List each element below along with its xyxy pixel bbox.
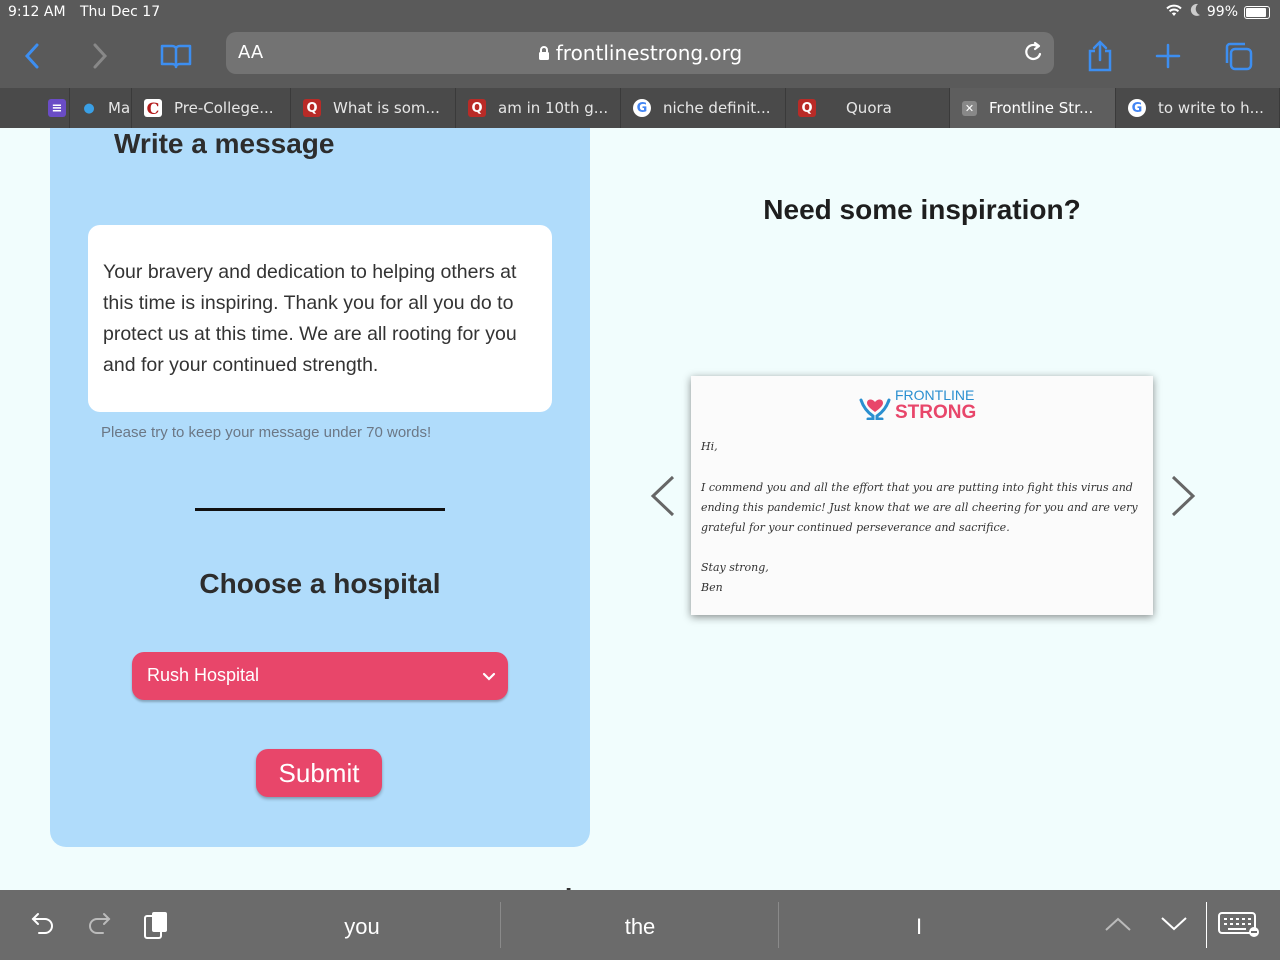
browser-toolbar: AA frontlinestrong.org — [0, 24, 1280, 88]
forward-button[interactable] — [80, 36, 120, 76]
hospital-select[interactable]: Rush Hospital — [132, 652, 508, 700]
undo-icon[interactable] — [30, 910, 56, 940]
new-tab-button[interactable] — [1148, 36, 1188, 76]
suggestion-divider — [500, 902, 501, 948]
toolbar-divider — [1206, 902, 1207, 948]
message-form-panel: Write a message Your bravery and dedicat… — [50, 128, 590, 847]
book-icon — [160, 44, 192, 69]
suggestion-3[interactable]: I — [784, 914, 1054, 940]
page-content: Write a message Your bravery and dedicat… — [0, 128, 1280, 890]
keyboard-shortcut-bar: you the I — [0, 890, 1280, 960]
c-icon: C — [144, 99, 162, 118]
chevron-right-icon — [93, 43, 108, 69]
quora-icon: Q — [798, 99, 816, 117]
reload-icon[interactable] — [1022, 41, 1044, 69]
heart-hands-icon — [859, 398, 891, 420]
carousel-next-button[interactable] — [1168, 474, 1198, 522]
chevron-left-icon — [24, 43, 39, 69]
logo-line-1: FRONTLINE — [895, 387, 975, 403]
lock-icon — [538, 46, 549, 60]
chevron-left-icon — [650, 475, 675, 517]
google-icon: G — [633, 99, 651, 117]
tab-label: Pre-College... — [174, 99, 274, 117]
hospital-select-value: Rush Hospital — [147, 665, 260, 685]
word-limit-hint: Please try to keep your message under 70… — [101, 424, 432, 441]
status-date: Thu Dec 17 — [80, 4, 161, 20]
tab-9[interactable]: G to write to h... — [1116, 88, 1280, 128]
battery-percent: 99% — [1206, 4, 1238, 20]
chevron-down-icon — [482, 666, 496, 687]
close-icon[interactable]: ✕ — [962, 100, 977, 116]
share-icon — [1088, 40, 1112, 72]
write-message-heading: Write a message — [114, 128, 335, 159]
address-bar[interactable]: AA frontlinestrong.org — [226, 32, 1054, 74]
letter-closing: Stay strong, — [701, 561, 769, 574]
chevron-right-icon — [1171, 475, 1196, 517]
keyboard-dismiss-icon[interactable] — [1218, 912, 1260, 942]
tab-6[interactable]: G niche definit... — [621, 88, 786, 128]
status-bar: 9:12 AM Thu Dec 17 99% — [0, 0, 1280, 24]
tab-label: What is som... — [333, 99, 440, 117]
quora-icon: Q — [303, 99, 321, 117]
tab-1[interactable]: ≡ — [0, 88, 70, 128]
divider — [195, 508, 445, 511]
tab-strip: ≡ ● Ma C Pre-College... Q What is som...… — [0, 88, 1280, 128]
tab-label: niche definit... — [663, 99, 771, 117]
chevron-up-icon[interactable] — [1104, 916, 1132, 936]
url-text[interactable]: frontlinestrong.org — [226, 41, 1054, 65]
status-indicators: 99% — [1165, 3, 1270, 21]
quora-icon: Q — [468, 99, 486, 117]
back-button[interactable] — [12, 36, 52, 76]
frontline-strong-logo: FRONTLINE STRONG — [859, 388, 976, 422]
status-time: 9:12 AM — [8, 4, 66, 20]
tab-5[interactable]: Q am in 10th g... — [456, 88, 621, 128]
share-button[interactable] — [1080, 36, 1120, 76]
tab-2[interactable]: ● Ma — [70, 88, 132, 128]
moon-icon — [1189, 3, 1201, 21]
learn-more-link[interactable]: Learn more — [565, 882, 707, 890]
tabs-icon — [1225, 42, 1253, 71]
tab-7[interactable]: Q Quora — [786, 88, 950, 128]
battery-icon — [1244, 5, 1270, 19]
letter-body: I commend you and all the effort that yo… — [701, 481, 1138, 534]
clipboard-paste-icon[interactable] — [142, 910, 170, 946]
carousel-prev-button[interactable] — [648, 474, 678, 522]
tab-label: Ma — [108, 99, 131, 117]
logo-line-2: STRONG — [895, 402, 977, 423]
bookmarks-button[interactable] — [156, 36, 196, 76]
tab-label: to write to h... — [1158, 99, 1264, 117]
wifi-icon — [1165, 3, 1183, 21]
tab-label: Frontline Str... — [989, 99, 1094, 117]
tab-8-active[interactable]: ✕ Frontline Str... — [950, 88, 1116, 128]
tab-3[interactable]: C Pre-College... — [132, 88, 291, 128]
suggestion-divider — [778, 902, 779, 948]
submit-button[interactable]: Submit — [256, 749, 382, 797]
suggestion-2[interactable]: the — [505, 914, 775, 940]
extension-icon: ≡ — [48, 99, 66, 117]
tab-label: am in 10th g... — [498, 99, 609, 117]
redo-icon[interactable] — [86, 910, 112, 940]
example-letter-card: FRONTLINE STRONG Hi, I commend you and a… — [691, 376, 1153, 615]
tab-label: Quora — [846, 99, 892, 117]
plus-icon — [1155, 43, 1181, 69]
letter-greeting: Hi, — [701, 440, 718, 453]
inspiration-heading: Need some inspiration? — [763, 194, 1081, 225]
drupal-icon: ● — [83, 100, 95, 116]
google-icon: G — [1128, 99, 1146, 117]
tabs-overview-button[interactable] — [1218, 36, 1258, 76]
suggestion-1[interactable]: you — [227, 914, 497, 940]
tab-4[interactable]: Q What is som... — [291, 88, 456, 128]
message-textarea[interactable]: Your bravery and dedication to helping o… — [88, 225, 552, 412]
chevron-down-icon[interactable] — [1160, 916, 1188, 936]
choose-hospital-heading: Choose a hospital — [199, 568, 441, 599]
letter-signature: Ben — [701, 581, 723, 594]
